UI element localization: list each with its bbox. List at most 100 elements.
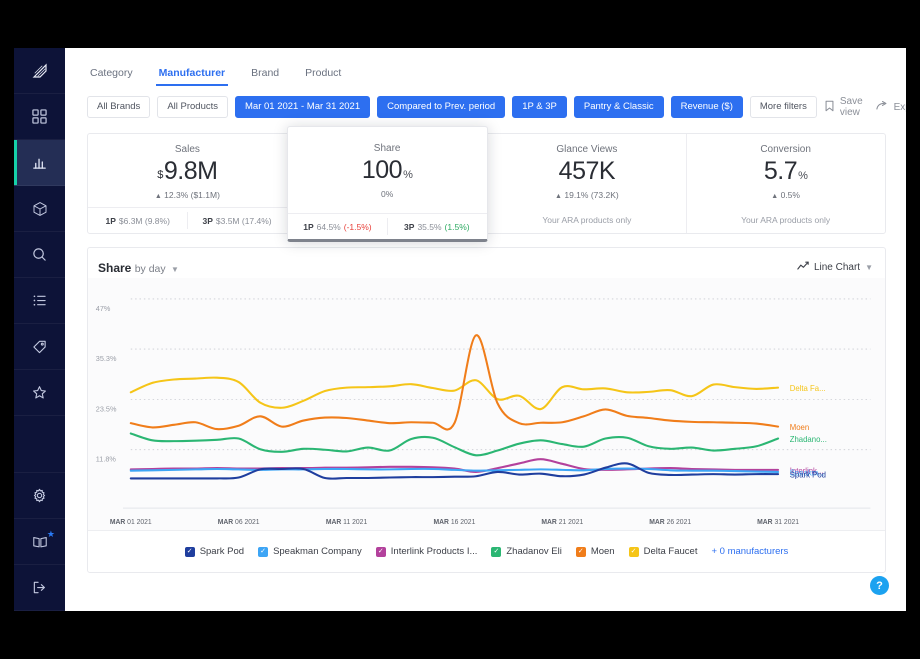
legend-item-moen[interactable]: ✓ Moen: [575, 546, 615, 557]
filter-revenue[interactable]: Revenue ($): [670, 95, 743, 119]
legend-label: Speakman Company: [273, 546, 362, 557]
sidebar-item-analytics[interactable]: [14, 140, 65, 186]
kpi-delta-text: 0%: [380, 188, 394, 199]
filter-more-filters[interactable]: More filters: [749, 95, 817, 119]
kpi-card-share[interactable]: Share 100% 0% 1P 64.5% (-1.5%) 3P 35.5%: [286, 126, 488, 242]
kpi-title: Glance Views: [556, 144, 618, 155]
chart-panel: Share by day ▼ Line Chart ▼ 11.8% 23.5% …: [87, 247, 886, 573]
filter-1p-3p[interactable]: 1P & 3P: [512, 95, 567, 119]
kpi-card-row: Sales $9.8M ▲ 12.3% ($1.1M) 1P $6.3M (9.…: [87, 126, 886, 242]
chart-legend: ✓ Spark Pod ✓ Speakman Company ✓ Interli…: [88, 530, 885, 572]
bookmark-icon: [824, 100, 835, 115]
kpi-suffix: %: [798, 170, 808, 182]
legend-more-button[interactable]: + 0 manufacturers: [711, 546, 788, 557]
kpi-foot-3p: 3P 35.5% (1.5%): [387, 214, 486, 239]
sidebar-item-search[interactable]: [14, 232, 65, 278]
kpi-note: Your ARA products only: [542, 215, 632, 225]
svg-text:MAR 01 2021: MAR 01 2021: [110, 519, 152, 526]
sidebar-item-logo[interactable]: [14, 48, 65, 94]
chevron-down-icon: ▼: [865, 263, 873, 272]
save-view-button[interactable]: Save view: [824, 96, 863, 118]
svg-text:Zhadano...: Zhadano...: [790, 435, 827, 444]
app-window: ★ Category Manufacturer Brand Product Al…: [14, 48, 906, 611]
entity-tabs: Category Manufacturer Brand Product: [65, 48, 906, 86]
kpi-card-sales[interactable]: Sales $9.8M ▲ 12.3% ($1.1M) 1P $6.3M (9.…: [88, 134, 287, 233]
save-view-label: Save view: [839, 96, 863, 118]
filter-date-range[interactable]: Mar 01 2021 - Mar 31 2021: [235, 95, 371, 119]
chart-plot-area: 11.8% 23.5% 35.3% 47% Delta Fa... Moen Zhadano…: [88, 278, 885, 530]
kpi-foot-change: (-1.5%): [343, 221, 372, 232]
kpi-delta-text: 0.5%: [780, 189, 800, 200]
delta-up-icon: ▲: [555, 192, 562, 200]
kpi-foot-1p: 1P $6.3M (9.8%): [88, 208, 187, 233]
chart-type-selector[interactable]: Line Chart ▼: [797, 261, 873, 274]
kpi-title: Sales: [174, 144, 200, 155]
legend-item-speakman-company[interactable]: ✓ Speakman Company: [258, 546, 362, 557]
kpi-foot-tag: 1P: [303, 221, 314, 232]
kpi-foot-tag: 3P: [404, 221, 415, 232]
kpi-delta: ▲ 19.1% (73.2K): [555, 190, 619, 200]
kpi-delta-text: 12.3% ($1.1M): [164, 189, 220, 200]
export-button[interactable]: Export: [875, 100, 906, 115]
kpi-card-conversion[interactable]: Conversion 5.7% ▲ 0.5% Your ARA products…: [686, 134, 885, 233]
filter-pantry-classic[interactable]: Pantry & Classic: [573, 95, 664, 119]
legend-item-spark-pod[interactable]: ✓ Spark Pod: [184, 546, 245, 557]
legend-checkbox[interactable]: ✓: [375, 546, 386, 557]
kpi-foot-tag: 3P: [202, 215, 213, 226]
svg-text:Delta Fa...: Delta Fa...: [790, 384, 826, 393]
legend-checkbox[interactable]: ✓: [628, 546, 639, 557]
legend-checkbox[interactable]: ✓: [575, 546, 586, 557]
filter-all-products[interactable]: All Products: [157, 95, 228, 119]
export-label: Export: [893, 101, 906, 113]
kpi-foot-1p: 1P 64.5% (-1.5%): [288, 214, 387, 239]
sidebar-spacer: [14, 416, 65, 473]
sidebar-item-dashboard[interactable]: [14, 94, 65, 140]
svg-text:MAR 31 2021: MAR 31 2021: [757, 519, 799, 526]
filter-bar: All Brands All Products Mar 01 2021 - Ma…: [65, 86, 906, 122]
kpi-delta: ▲ 12.3% ($1.1M): [155, 190, 220, 200]
svg-text:Moen: Moen: [790, 423, 809, 432]
help-button[interactable]: ?: [870, 576, 889, 595]
sidebar-item-products[interactable]: [14, 186, 65, 232]
kpi-delta-text: 19.1% (73.2K): [564, 189, 619, 200]
legend-item-zhadanov-eli[interactable]: ✓ Zhadanov Eli: [491, 546, 562, 557]
legend-checkbox[interactable]: ✓: [184, 546, 195, 557]
delta-up-icon: ▲: [154, 192, 162, 200]
sidebar-item-settings[interactable]: [14, 473, 65, 519]
sidebar-item-docs[interactable]: ★: [14, 519, 65, 565]
svg-text:MAR 16 2021: MAR 16 2021: [433, 519, 475, 526]
legend-item-interlink-products[interactable]: ✓ Interlink Products I...: [375, 546, 477, 557]
legend-checkbox[interactable]: ✓: [491, 546, 502, 557]
legend-item-delta-faucet[interactable]: ✓ Delta Faucet: [628, 546, 698, 557]
chart-type-label: Line Chart: [813, 262, 861, 273]
chevron-down-icon: ▼: [170, 264, 179, 274]
svg-text:47%: 47%: [96, 304, 111, 313]
kpi-value: $9.8M: [157, 157, 218, 186]
tab-manufacturer[interactable]: Manufacturer: [146, 67, 239, 86]
chart-metric-name: Share: [98, 260, 132, 275]
legend-checkbox[interactable]: ✓: [258, 546, 269, 557]
kpi-number: 5.7: [763, 157, 798, 185]
legend-label: Zhadanov Eli: [506, 546, 562, 557]
svg-text:23.5%: 23.5%: [96, 404, 117, 413]
tab-brand[interactable]: Brand: [238, 67, 292, 86]
docs-new-badge-icon: ★: [46, 529, 55, 539]
sidebar-item-tags[interactable]: [14, 324, 65, 370]
sidebar-item-lists[interactable]: [14, 278, 65, 324]
tab-product[interactable]: Product: [292, 67, 354, 86]
chart-title[interactable]: Share by day ▼: [98, 261, 179, 275]
svg-text:MAR 21 2021: MAR 21 2021: [541, 519, 583, 526]
kpi-title: Share: [373, 143, 401, 154]
kpi-foot-text: $6.3M (9.8%): [118, 215, 170, 226]
sidebar-item-logout[interactable]: [14, 565, 65, 611]
kpi-suffix: %: [403, 169, 413, 181]
kpi-footer: 1P $6.3M (9.8%) 3P $3.5M (17.4%): [88, 207, 287, 233]
legend-label: Spark Pod: [199, 546, 245, 557]
sidebar-item-favorites[interactable]: [14, 370, 65, 416]
legend-label: Delta Faucet: [643, 546, 698, 557]
kpi-card-glance-views[interactable]: Glance Views 457K ▲ 19.1% (73.2K) Your A…: [488, 134, 687, 233]
filter-comparison[interactable]: Compared to Prev. period: [377, 95, 506, 119]
svg-text:MAR 06 2021: MAR 06 2021: [218, 519, 260, 526]
tab-category[interactable]: Category: [77, 67, 146, 86]
filter-all-brands[interactable]: All Brands: [87, 95, 151, 119]
